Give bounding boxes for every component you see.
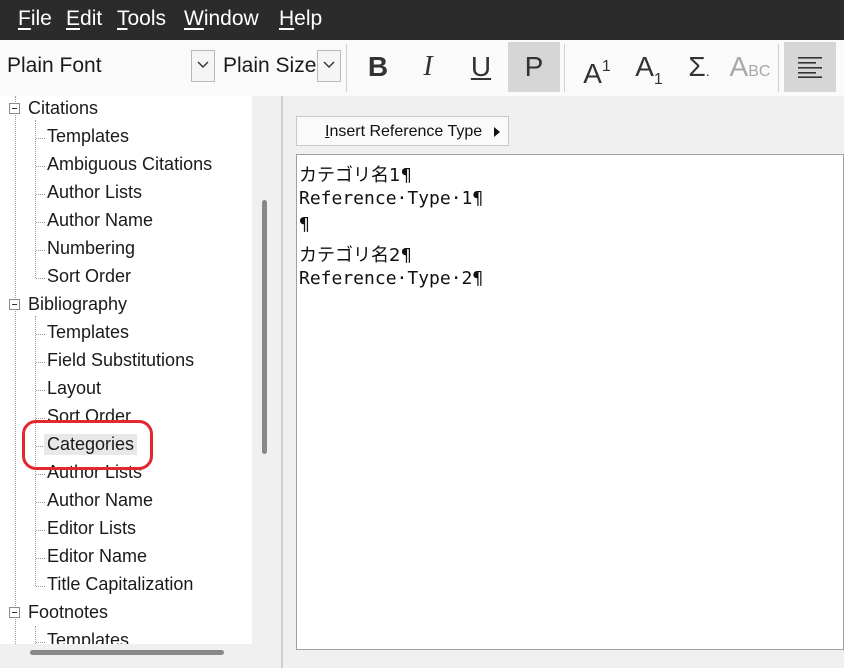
format-toolbar: Plain Font Plain Size B I U P A1 A1 Σ. A… [0,40,844,97]
subscript-button[interactable]: A1 [624,42,674,92]
editor-line: Reference·Type·1¶ [299,188,484,209]
tree-node-title-capitalization[interactable]: Title Capitalization [0,572,252,600]
tree-node-editor-name[interactable]: Editor Name [0,544,252,572]
font-combo-value[interactable]: Plain Font [7,54,102,78]
editor-line: カテゴリ名2¶ [299,245,412,266]
editor-line: カテゴリ名1¶ [299,165,412,186]
vertical-scrollbar[interactable] [252,96,282,668]
tree-node-ambiguous-citations[interactable]: Ambiguous Citations [0,152,252,180]
plain-button[interactable]: P [508,42,560,92]
tree-node-bibliography-author-name[interactable]: Author Name [0,488,252,516]
italic-button[interactable]: I [403,42,453,92]
tree-panel: Citations Templates Ambiguous Citations … [0,96,252,644]
editor-bottom-strip [283,650,844,668]
superscript-button[interactable]: A1 [572,42,622,92]
tree-node-bibliography-templates[interactable]: Templates [0,320,252,348]
triangle-right-icon [494,127,500,137]
bold-button[interactable]: B [353,42,403,92]
insert-reference-type-button[interactable]: Insert Reference Type [296,116,509,146]
tree-node-layout[interactable]: Layout [0,376,252,404]
tree-node-editor-lists[interactable]: Editor Lists [0,516,252,544]
collapse-icon[interactable] [9,607,20,618]
tree-node-citations-sort-order[interactable]: Sort Order [0,264,252,292]
tree-node-citations-author-lists[interactable]: Author Lists [0,180,252,208]
tree-node-footnotes[interactable]: Footnotes [0,600,252,628]
editor-line: ¶ [299,214,310,235]
size-dropdown-button[interactable] [317,50,341,82]
menu-window[interactable]: Window [184,6,259,32]
tree-node-citations[interactable]: Citations [0,96,252,124]
collapse-icon[interactable] [9,299,20,310]
template-editor[interactable]: カテゴリ名1¶ Reference·Type·1¶ ¶ カテゴリ名2¶ Refe… [296,154,844,650]
tree-node-numbering[interactable]: Numbering [0,236,252,264]
collapse-icon[interactable] [9,103,20,114]
small-caps-button[interactable]: ABC [728,42,772,92]
menu-tools[interactable]: Tools [117,6,166,32]
menu-file[interactable]: File [18,6,52,32]
tree-node-citations-templates[interactable]: Templates [0,124,252,152]
toolbar-separator [778,44,779,92]
tree-node-bibliography[interactable]: Bibliography [0,292,252,320]
vertical-scroll-thumb[interactable] [262,200,267,454]
tree-node-field-substitutions[interactable]: Field Substitutions [0,348,252,376]
horizontal-scroll-thumb[interactable] [30,650,224,655]
underline-button[interactable]: U [456,42,506,92]
size-combo-value[interactable]: Plain Size [223,54,316,78]
align-left-button[interactable] [784,42,836,92]
highlight-circle [22,420,153,470]
chevron-down-icon [323,61,335,68]
toolbar-separator [564,44,565,92]
toolbar-separator [346,44,347,92]
menu-edit[interactable]: Edit [66,6,102,32]
chevron-down-icon [197,61,209,68]
horizontal-scrollbar[interactable] [0,644,252,668]
tree-node-citations-author-name[interactable]: Author Name [0,208,252,236]
menu-bar: File Edit Tools Window Help [0,0,844,40]
tree-node-footnotes-templates[interactable]: Templates [0,628,252,644]
align-left-icon [798,57,822,78]
font-dropdown-button[interactable] [191,50,215,82]
menu-help[interactable]: Help [279,6,322,32]
symbol-button[interactable]: Σ. [674,42,724,92]
editor-line: Reference·Type·2¶ [299,268,484,289]
